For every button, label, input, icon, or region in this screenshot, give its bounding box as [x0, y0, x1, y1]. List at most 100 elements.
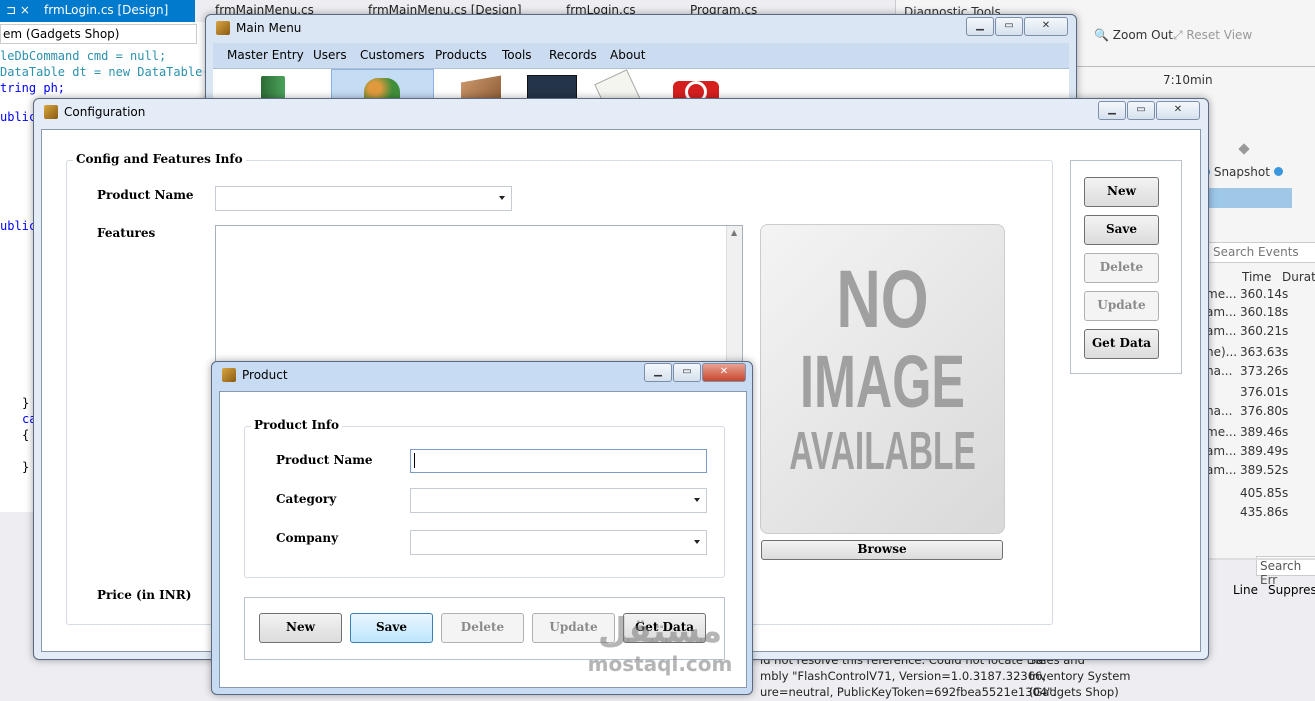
product-title: Product	[242, 368, 288, 382]
event-row[interactable]: am... 389.49s	[1206, 444, 1315, 460]
tab-pin-icon[interactable]: ⊐ ×	[6, 3, 30, 17]
no-image-placeholder: NO IMAGE AVAILABLE	[760, 224, 1005, 534]
chevron-down-icon	[694, 540, 700, 544]
event-row[interactable]: me... 389.46s	[1206, 425, 1315, 441]
col-time[interactable]: Time	[1242, 270, 1271, 284]
no-image-text-no: NO	[836, 254, 929, 345]
configuration-title: Configuration	[64, 105, 146, 119]
event-row[interactable]: am... 389.52s	[1206, 463, 1315, 479]
config-product-name-combo[interactable]	[215, 186, 512, 211]
menu-about[interactable]: About	[610, 43, 645, 67]
menu-records[interactable]: Records	[549, 43, 597, 67]
minimize-icon[interactable]: ▁	[644, 363, 672, 382]
event-time: 389.52s	[1240, 463, 1289, 477]
event-row[interactable]: ne)... 363.63s	[1206, 345, 1315, 361]
minimize-icon[interactable]: ▁	[966, 17, 994, 36]
app-icon	[44, 105, 58, 119]
watermark-url: mostaql.com	[587, 652, 733, 676]
event-row[interactable]: am... 360.18s	[1206, 305, 1315, 321]
configuration-caption-buttons: ▁ ▭ ✕	[1098, 101, 1200, 120]
main-menu-caption-buttons: ▁ ▭ ✕	[966, 17, 1068, 36]
config-update-button[interactable]: Update	[1084, 291, 1159, 321]
event-row[interactable]: am... 360.21s	[1206, 324, 1315, 340]
event-time: 435.86s	[1240, 505, 1289, 519]
event-time: 389.46s	[1240, 425, 1289, 439]
config-features-group-label: Config and Features Info	[73, 152, 246, 166]
main-menu-titlebar: Main Menu	[216, 21, 301, 35]
config-new-button[interactable]: New	[1084, 177, 1159, 207]
event-name: am...	[1206, 444, 1237, 458]
event-row[interactable]: 405.85s	[1206, 486, 1315, 502]
col-line[interactable]: Line	[1233, 583, 1258, 597]
event-row[interactable]: 376.01s	[1206, 385, 1315, 401]
menu-products[interactable]: Products	[435, 43, 487, 67]
reset-view-button[interactable]: ⤢ Reset View	[1173, 28, 1252, 43]
product-new-button[interactable]: New	[259, 613, 342, 643]
event-name: am...	[1206, 305, 1237, 319]
member-combo[interactable]: em (Gadgets Shop)	[0, 24, 197, 44]
close-icon[interactable]: ✕	[1156, 101, 1200, 120]
events-track	[1208, 188, 1292, 208]
configuration-titlebar: Configuration	[44, 105, 145, 119]
scroll-up-icon[interactable]: ▲	[731, 228, 737, 237]
event-row[interactable]: na... 373.26s	[1206, 364, 1315, 380]
features-label: Features	[97, 226, 156, 240]
minimize-icon[interactable]: ▁	[1098, 101, 1126, 120]
snapshot-toggle[interactable]: Snapshot	[1202, 165, 1270, 179]
code-line: }	[22, 396, 30, 410]
config-delete-button[interactable]: Delete	[1084, 253, 1159, 283]
vs-active-tab[interactable]: ⊐ × frmLogin.cs [Design]	[0, 0, 195, 22]
company-combo[interactable]	[410, 530, 707, 555]
category-combo[interactable]	[410, 488, 707, 513]
product-info-group-label: Product Info	[251, 418, 342, 432]
menu-master-entry[interactable]: Master Entry	[227, 43, 304, 67]
code-line: ublic	[0, 219, 37, 233]
close-icon[interactable]: ✕	[702, 363, 746, 382]
reset-view-label: Reset View	[1186, 28, 1253, 42]
col-suppress[interactable]: Suppress	[1268, 583, 1315, 597]
timeline-ruler	[1074, 66, 1315, 67]
close-icon[interactable]: ✕	[1024, 17, 1068, 36]
search-events-input[interactable]: Search Events	[1208, 242, 1315, 263]
code-line: {	[22, 428, 30, 442]
menu-tools[interactable]: Tools	[502, 43, 532, 67]
product-name-input[interactable]	[410, 449, 707, 473]
event-name: am...	[1206, 463, 1237, 477]
product-save-button[interactable]: Save	[350, 613, 433, 643]
price-label: Price (in INR)	[97, 588, 192, 602]
no-image-text-available: AVAILABLE	[789, 421, 976, 481]
event-row[interactable]: na... 376.80s	[1206, 404, 1315, 420]
zoom-out-button[interactable]: 🔍 Zoom Out	[1094, 28, 1173, 42]
event-row[interactable]: 435.86s	[1206, 505, 1315, 521]
code-line: DataTable dt = new DataTable()	[0, 65, 205, 79]
main-menu-title: Main Menu	[236, 21, 302, 35]
event-time: 389.49s	[1240, 444, 1289, 458]
event-time: 360.21s	[1240, 324, 1289, 338]
event-row[interactable]: me... 360.14s	[1206, 287, 1315, 303]
event-name: na...	[1206, 404, 1233, 418]
code-line: leDbCommand cmd = null;	[0, 49, 167, 63]
search-events-placeholder: Search Events	[1213, 245, 1299, 259]
menu-users[interactable]: Users	[313, 43, 347, 67]
zoom-out-label: Zoom Out	[1112, 28, 1173, 42]
col-duration[interactable]: Durati	[1282, 270, 1315, 284]
category-label: Category	[276, 492, 337, 506]
menu-customers[interactable]: Customers	[360, 43, 425, 67]
event-time: 405.85s	[1240, 486, 1289, 500]
config-save-button[interactable]: Save	[1084, 215, 1159, 245]
maximize-icon[interactable]: ▭	[995, 17, 1023, 36]
browse-button[interactable]: Browse	[761, 540, 1003, 560]
event-name: me...	[1206, 287, 1237, 301]
no-image-text-image: IMAGE	[800, 340, 965, 423]
code-line: tring ph;	[0, 81, 66, 95]
tab-frmlogin-design[interactable]: frmLogin.cs [Design]	[44, 3, 168, 17]
event-time: 376.80s	[1240, 404, 1289, 418]
product-delete-button[interactable]: Delete	[441, 613, 524, 643]
watermark-logo: مستقل	[597, 611, 723, 651]
maximize-icon[interactable]: ▭	[673, 363, 701, 382]
product-caption-buttons: ▁ ▭ ✕	[644, 363, 746, 382]
maximize-icon[interactable]: ▭	[1127, 101, 1155, 120]
private-dot-icon	[1274, 167, 1283, 176]
event-time: 373.26s	[1240, 364, 1289, 378]
config-get-data-button[interactable]: Get Data	[1084, 329, 1159, 359]
